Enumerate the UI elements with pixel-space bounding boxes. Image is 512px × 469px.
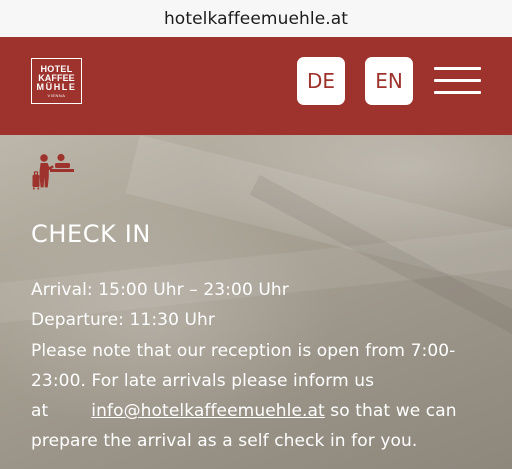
address-bar[interactable]: hotelkaffeemuehle.at [0, 0, 512, 37]
logo-line-4: VIENNA [47, 92, 66, 98]
url-text: hotelkaffeemuehle.at [163, 8, 349, 29]
note-line-1: Please note that our reception is open f… [31, 340, 456, 361]
departure-text: Departure: 11:30 Uhr [31, 310, 215, 331]
note-after-email: so that we can [324, 401, 457, 422]
language-en-button[interactable]: EN [365, 57, 413, 105]
reception-guest-icon [32, 153, 74, 190]
arrival-text: Arrival: 15:00 Uhr – 23:00 Uhr [31, 280, 289, 300]
section-title: CHECK IN [31, 220, 151, 248]
note-line-3: at info@hotelkaffeemuehle.at so that we c… [31, 396, 491, 426]
language-de-button[interactable]: DE [297, 57, 345, 105]
note-line-2: 23:00. For late arrivals please inform u… [31, 370, 375, 391]
checkin-info: Arrival: 15:00 Uhr – 23:00 Uhr Departure… [31, 275, 491, 457]
note-at: at [31, 401, 49, 422]
note-line-4: prepare the arrival as a self check in f… [31, 431, 418, 452]
site-header: HOTEL KAFFEE MÜHLE VIENNA DE EN [0, 37, 512, 135]
hotel-logo[interactable]: HOTEL KAFFEE MÜHLE VIENNA [31, 58, 82, 104]
email-link[interactable]: info@hotelkaffeemuehle.at [91, 401, 325, 421]
logo-line-3: MÜHLE [36, 81, 77, 92]
checkin-section: CHECK IN Arrival: 15:00 Uhr – 23:00 Uhr … [0, 135, 512, 469]
hamburger-menu-icon[interactable] [434, 67, 481, 95]
